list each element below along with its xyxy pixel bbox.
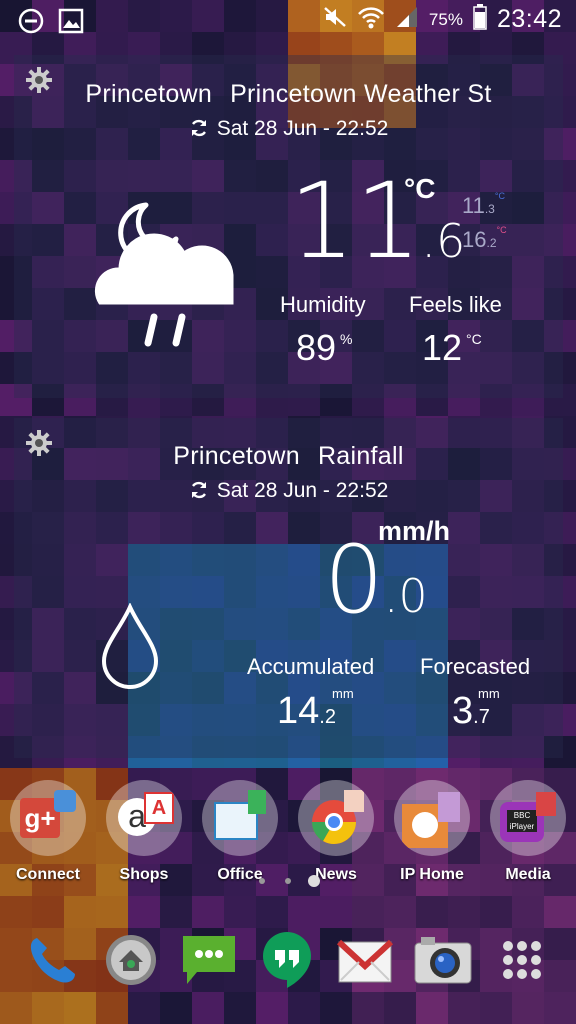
app-ip-home[interactable]: IP Home [387,780,477,884]
accumulated-value: 14.2 [277,690,336,732]
do-not-disturb-icon [18,8,44,39]
app-office[interactable]: Office [195,780,285,884]
app-label: Connect [16,866,80,883]
mute-icon [323,6,347,33]
status-bar: 75% 23:42 [0,0,576,42]
ip-camera-folder-icon[interactable] [394,780,470,856]
gmail-icon[interactable] [330,925,400,995]
page-dot-active[interactable] [308,875,320,887]
hangouts-icon[interactable] [252,925,322,995]
update-time[interactable]: Sat 28 Jun - 22:52 [14,479,563,503]
station-name: Princetown Weather St [230,80,492,108]
location-name: Princetown [173,442,300,470]
accumulated-label: Accumulated [247,654,375,679]
widget-title: Princetown Princetown Weather St [14,80,563,109]
page-dot[interactable] [259,878,265,884]
app-shops[interactable]: a A Shops [99,780,189,884]
raindrop-icon [100,602,160,694]
app-label: Office [217,866,263,883]
feels-like-label: Feels like [409,292,502,317]
min-temperature: 11.3°C [462,191,505,218]
wifi-icon [357,5,385,34]
rainfall-title: Rainfall [317,442,404,470]
app-label: IP Home [400,866,464,883]
amazon-folder-icon[interactable]: a A [106,780,182,856]
location-name: Princetown [85,80,213,108]
app-news[interactable]: News [291,780,381,884]
app-label: News [315,866,357,883]
humidity-value: 89% [296,327,353,368]
messaging-icon[interactable] [174,925,244,995]
chrome-folder-icon[interactable] [298,780,374,856]
max-temperature: 16.2°C [462,225,507,252]
forecasted-label: Forecasted [420,654,531,679]
dock [0,925,576,995]
night-cloud-rain-icon [84,195,244,360]
temperature-unit: °C [404,173,436,204]
google-plus-folder-icon[interactable]: g+ [10,780,86,856]
gallery-icon [58,8,84,39]
phone-icon[interactable] [18,925,88,995]
app-label: Shops [119,866,169,883]
signal-icon [395,5,419,34]
rainfall-rate: 0.0 [324,526,428,635]
rainfall-widget[interactable]: Princetown Rainfall Sat 28 Jun - 22:52 mm… [14,418,563,758]
bbc-iplayer-folder-icon[interactable]: BBC iPlayer [490,780,566,856]
update-text: Sat 28 Jun - 22:52 [216,479,389,502]
office-folder-icon[interactable] [202,780,278,856]
battery-percent: 75% [428,9,463,29]
update-time[interactable]: Sat 28 Jun - 22:52 [14,117,563,141]
current-temperature: 11.6 [289,160,466,282]
widget-title: Princetown Rainfall [14,442,563,471]
app-media[interactable]: BBC iPlayer Media [483,780,573,884]
battery-icon [473,4,487,35]
refresh-icon[interactable] [189,118,209,138]
page-dot[interactable] [285,878,291,884]
feels-like-value: 12 °C [422,327,482,368]
refresh-icon[interactable] [189,480,209,500]
update-text: Sat 28 Jun - 22:52 [216,117,389,140]
weather-widget[interactable]: Princetown Princetown Weather St Sat 28 J… [14,55,563,398]
home-launcher-icon[interactable] [96,925,166,995]
humidity-label: Humidity [280,292,366,317]
status-clock: 23:42 [496,5,562,33]
app-connect[interactable]: g+ Connect [3,780,93,884]
camera-icon[interactable] [408,925,478,995]
app-label: Media [505,866,551,883]
forecasted-value: 3.7 [452,690,490,732]
app-drawer-icon[interactable] [487,925,557,995]
